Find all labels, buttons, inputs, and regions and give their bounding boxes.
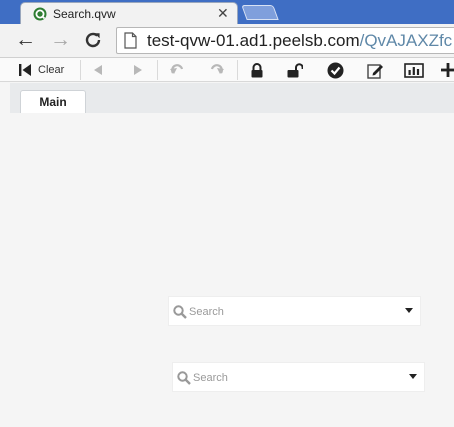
navigation-bar: ← → test-qvw-01.ad1.peelsb.com/QvAJAXZfc [0,24,454,58]
redo-button[interactable] [206,59,228,81]
toolbar-divider [237,60,238,80]
url-text: test-qvw-01.ad1.peelsb.com/QvAJAXZfc [147,31,452,51]
approve-icon [327,62,343,78]
url-path: /QvAJAXZfc [359,31,453,50]
back-button[interactable] [88,59,108,81]
edit-button[interactable] [364,59,386,81]
dropdown-arrow-icon[interactable] [409,374,417,379]
clear-button[interactable]: Clear [18,59,74,81]
tab-strip: Search.qvw ✕ [0,0,454,24]
edit-icon [366,63,383,79]
forward-icon [134,65,142,75]
search-placeholder: Search [189,306,224,318]
back-arrow-icon[interactable]: ← [15,28,36,52]
dropdown-arrow-icon[interactable] [405,308,413,313]
approve-button[interactable] [324,59,346,81]
undo-icon [170,64,184,74]
forward-button[interactable] [128,59,148,81]
unlock-button[interactable] [284,59,306,81]
search-listbox-1[interactable]: Search [168,296,421,326]
search-placeholder: Search [193,372,228,384]
lock-icon [251,62,263,77]
lock-button[interactable] [246,59,268,81]
close-icon[interactable]: ✕ [217,5,229,22]
clear-icon [19,64,31,76]
address-bar[interactable]: test-qvw-01.ad1.peelsb.com/QvAJAXZfc [116,27,454,54]
toolbar-divider [157,60,158,80]
browser-tab[interactable]: Search.qvw ✕ [20,2,238,24]
forward-arrow-icon[interactable]: → [50,28,71,52]
sheet-tab-bar: Main [10,83,454,114]
add-button[interactable] [440,59,454,81]
unlock-icon [287,62,303,77]
new-tab-icon[interactable] [241,5,279,20]
page-icon [124,32,137,49]
browser-window: Search.qvw ✕ ← → test-qvw-01.ad1.peelsb.… [0,0,454,427]
qlikview-icon [33,7,47,21]
search-icon [177,371,191,385]
tab-title: Search.qvw [53,7,116,21]
toolbar-divider [80,60,81,80]
search-listbox-2[interactable]: Search [172,362,425,392]
url-host: test-qvw-01.ad1.peelsb.com [147,31,360,50]
add-icon [441,63,454,77]
clear-label: Clear [38,64,65,76]
reload-icon[interactable] [84,28,102,54]
back-icon [94,65,102,75]
tab-main[interactable]: Main [20,90,86,114]
chart-button[interactable] [402,59,426,81]
qlikview-toolbar: Clear [0,58,454,82]
redo-icon [210,64,224,74]
chart-icon [404,62,424,78]
search-icon [173,305,187,319]
undo-button[interactable] [166,59,188,81]
